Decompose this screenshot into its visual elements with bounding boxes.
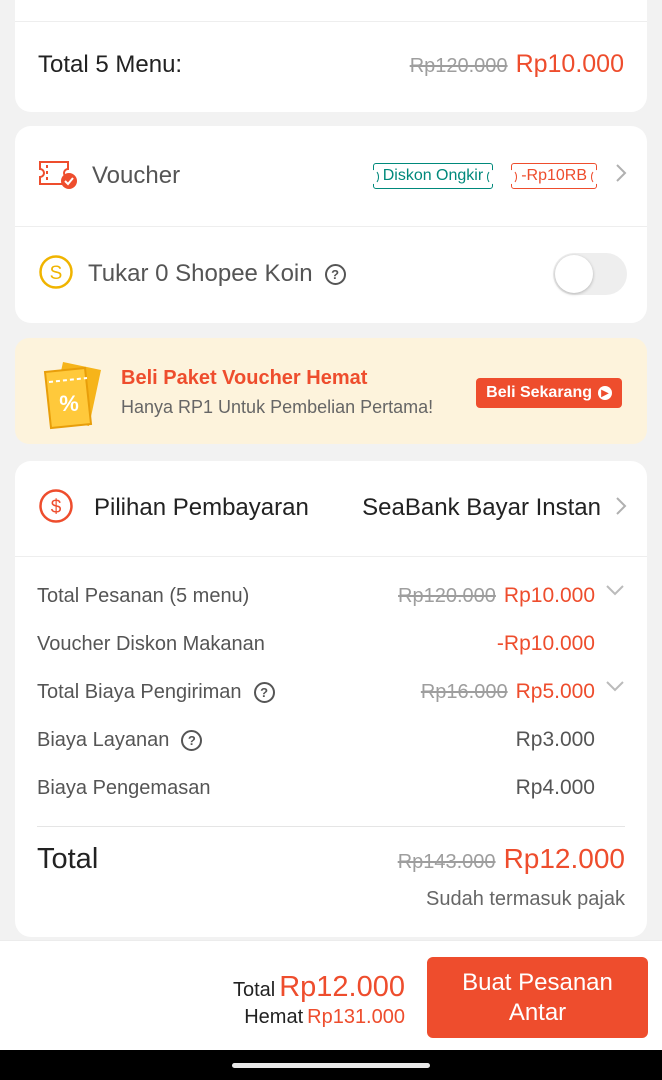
service-fee-value-wrap: Rp3.000 — [516, 728, 595, 752]
shipping-fee-original: Rp16.000 — [420, 681, 508, 703]
dollar-icon: $ — [38, 488, 74, 529]
payment-label: Pilihan Pembayaran — [94, 494, 309, 521]
savings-label: Hemat — [244, 1006, 304, 1028]
payment-card: $ Pilihan Pembayaran SeaBank Bayar Insta… — [15, 461, 647, 937]
buy-now-button[interactable]: Beli Sekarang ▶ — [476, 378, 622, 408]
chevron-right-icon — [615, 163, 627, 189]
grand-total-prices: Rp143.000 Rp12.000 — [398, 843, 625, 875]
shipping-fee-label: Total Biaya Pengiriman — [37, 680, 242, 703]
home-gesture-handle[interactable] — [232, 1063, 430, 1068]
packaging-fee-label: Biaya Pengemasan — [37, 776, 211, 799]
buy-now-label: Beli Sekarang — [486, 384, 592, 401]
service-fee-value: Rp3.000 — [515, 728, 595, 751]
packaging-fee-value-wrap: Rp4.000 — [516, 776, 595, 800]
voucher-percent-text: % — [59, 391, 79, 416]
coin-label: Tukar 0 Shopee Koin — [88, 260, 313, 287]
shipping-fee-row[interactable]: Total Biaya Pengiriman ? Rp16.000 Rp5.00… — [37, 677, 625, 707]
order-total-original: Rp120.000 — [398, 585, 496, 607]
food-voucher-row: Voucher Diskon Makanan -Rp10.000 — [37, 629, 625, 659]
total-menu-label: Total 5 Menu: — [38, 50, 183, 78]
divider — [15, 556, 647, 557]
checkout-savings-row: Hemat Rp131.000 — [233, 1006, 405, 1029]
order-summary-card: Total 5 Menu: Rp120.000 Rp10.000 — [15, 0, 647, 112]
shipping-fee-label-wrap: Total Biaya Pengiriman ? — [37, 681, 275, 704]
voucher-package-banner[interactable]: % Beli Paket Voucher Hemat Hanya RP1 Unt… — [15, 338, 647, 444]
coin-toggle[interactable] — [553, 253, 627, 295]
toggle-knob — [555, 255, 593, 293]
arrow-circle-icon: ▶ — [598, 386, 612, 400]
discount-amount-tag: -Rp10RB — [507, 163, 601, 189]
total-menu-row: Total 5 Menu: Rp120.000 Rp10.000 — [38, 50, 624, 79]
shopee-coin-row: S Tukar 0 Shopee Koin ? — [38, 244, 627, 304]
grand-total-value: Rp12.000 — [503, 843, 625, 874]
help-icon[interactable]: ? — [181, 729, 203, 751]
packaging-fee-row: Biaya Pengemasan Rp4.000 — [37, 773, 625, 803]
checkout-total-value: Rp12.000 — [279, 971, 405, 1003]
tax-note: Sudah termasuk pajak — [425, 888, 625, 910]
total-menu-discounted-price: Rp10.000 — [515, 50, 624, 78]
total-menu-prices: Rp120.000 Rp10.000 — [410, 50, 624, 79]
chevron-down-icon[interactable] — [605, 679, 625, 697]
svg-text:$: $ — [51, 497, 62, 518]
food-voucher-value-wrap: -Rp10.000 — [497, 632, 595, 656]
voucher-card: Voucher Diskon Ongkir -Rp10RB S Tukar 0 … — [15, 126, 647, 323]
grand-total-label: Total — [37, 843, 99, 875]
coin-icon: S — [38, 254, 74, 295]
banner-title: Beli Paket Voucher Hemat — [121, 367, 368, 389]
chevron-right-icon — [615, 496, 627, 521]
system-nav-bar — [0, 1050, 662, 1080]
payment-method-row[interactable]: $ Pilihan Pembayaran SeaBank Bayar Insta… — [38, 483, 627, 533]
voucher-tags: Diskon Ongkir -Rp10RB — [368, 163, 601, 189]
place-order-button[interactable]: Buat Pesanan Antar — [427, 957, 648, 1038]
voucher-ticket-icon — [38, 159, 78, 194]
service-fee-label-wrap: Biaya Layanan ? — [37, 728, 203, 752]
shipping-fee-discounted: Rp5.000 — [515, 680, 595, 703]
checkout-summary: Total Rp12.000 Hemat Rp131.000 — [233, 971, 405, 1029]
food-voucher-value: -Rp10.000 — [496, 632, 595, 655]
svg-text:S: S — [50, 263, 63, 284]
grand-total-original: Rp143.000 — [397, 851, 496, 873]
voucher-label: Voucher — [92, 162, 181, 189]
order-total-label: Total Pesanan (5 menu) — [37, 584, 250, 607]
service-fee-row: Biaya Layanan ? Rp3.000 — [37, 725, 625, 755]
savings-value: Rp131.000 — [307, 1006, 405, 1028]
shipping-discount-tag: Diskon Ongkir — [368, 163, 498, 189]
grand-total-row: Total Rp143.000 Rp12.000 — [37, 843, 625, 876]
chevron-down-icon[interactable] — [605, 583, 625, 601]
voucher-row[interactable]: Voucher Diskon Ongkir -Rp10RB — [38, 146, 627, 206]
food-voucher-label: Voucher Diskon Makanan — [37, 632, 265, 655]
payment-method-value: SeaBank Bayar Instan — [362, 494, 601, 521]
checkout-total-row: Total Rp12.000 — [233, 971, 405, 1004]
help-icon[interactable]: ? — [253, 681, 275, 703]
voucher-percent-icon: % — [39, 354, 105, 435]
divider — [15, 226, 647, 227]
order-total-row[interactable]: Total Pesanan (5 menu) Rp120.000 Rp10.00… — [37, 581, 625, 611]
checkout-total-label: Total — [232, 979, 276, 1001]
divider — [15, 21, 647, 22]
banner-subtitle: Hanya RP1 Untuk Pembelian Pertama! — [121, 397, 434, 417]
checkout-bar: Total Rp12.000 Hemat Rp131.000 Buat Pesa… — [0, 940, 662, 1050]
shipping-fee-prices: Rp16.000 Rp5.000 — [421, 680, 595, 704]
total-menu-original-price: Rp120.000 — [409, 55, 508, 77]
help-icon[interactable]: ? — [324, 263, 346, 285]
order-total-prices: Rp120.000 Rp10.000 — [398, 584, 595, 608]
divider — [37, 826, 625, 827]
service-fee-label: Biaya Layanan — [37, 728, 170, 751]
order-total-discounted: Rp10.000 — [503, 584, 595, 607]
packaging-fee-value: Rp4.000 — [515, 776, 595, 799]
